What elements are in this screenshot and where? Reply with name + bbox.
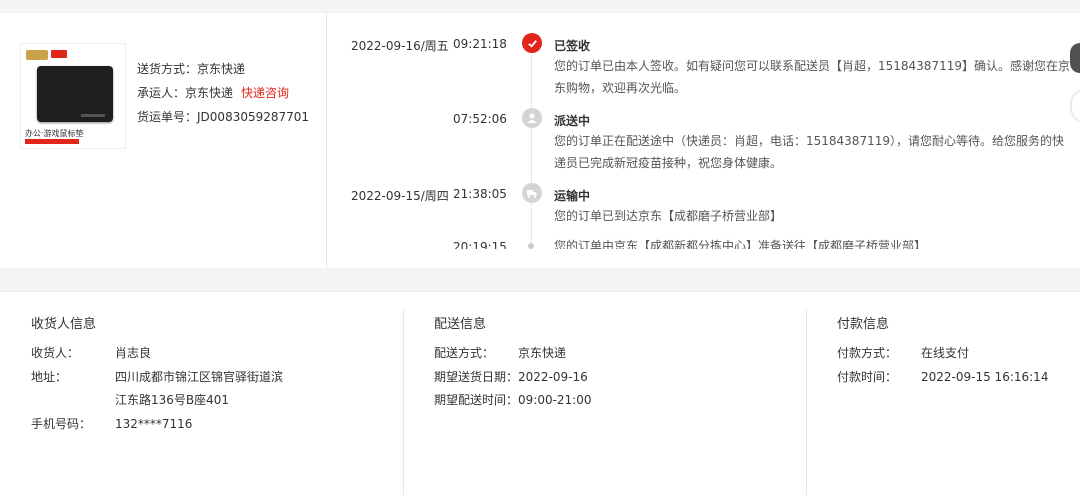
receiver-name-value: 肖志良 — [115, 346, 152, 360]
timeline-status-title: 派送中 — [554, 114, 591, 128]
floating-avatar[interactable] — [1070, 43, 1080, 73]
courier-icon — [522, 108, 542, 128]
receiver-phone-row: 手机号码： 132****7116 — [31, 415, 192, 432]
shipping-method-label: 送货方式： — [137, 62, 198, 76]
courier-inquiry-link[interactable]: 快递咨询 — [241, 86, 289, 100]
receiver-info: 收货人信息 收货人： 肖志良 地址： 四川成都市锦江区锦官驿街道滨 江东路136号B… — [0, 292, 403, 495]
payment-heading: 付款信息 — [837, 317, 890, 332]
payment-time-row: 付款时间： 2022-09-15 16:16:14 — [837, 368, 1048, 385]
delivery-method-row: 配送方式： 京东快递 — [434, 344, 566, 361]
check-icon — [522, 33, 542, 53]
delivery-time-value: 09:00-21:00 — [518, 393, 592, 407]
delivery-date-row: 期望送货日期：2022-09-16 — [434, 368, 588, 385]
shipping-method-value: 京东快递 — [197, 62, 246, 76]
delivery-heading: 配送信息 — [434, 317, 487, 332]
receiver-heading: 收货人信息 — [31, 317, 97, 332]
shipping-method-row: 送货方式：京东快递 — [137, 57, 309, 81]
timeline-status-title: 运输中 — [554, 189, 591, 203]
payment-method-label: 付款方式： — [837, 346, 898, 360]
shipping-info: 送货方式：京东快递 承运人：京东快递 快递咨询 货运单号：JD0083059287… — [137, 57, 309, 129]
product-image[interactable]: 办公·游戏鼠标垫 — [20, 43, 126, 149]
receiver-address-label: 地址： — [31, 370, 68, 384]
delivery-date-label: 期望送货日期： — [434, 370, 519, 384]
carrier-label: 承运人： — [137, 86, 186, 100]
timeline-time: 20:19:15 — [453, 240, 507, 249]
timeline-time: 07:52:06 — [453, 112, 507, 126]
delivery-method-label: 配送方式： — [434, 346, 495, 360]
receiver-address-line1: 四川成都市锦江区锦官驿街道滨 — [115, 370, 284, 384]
payment-method-row: 付款方式： 在线支付 — [837, 344, 969, 361]
mousepad-label — [81, 114, 105, 117]
delivery-time-label: 期望配送时间： — [434, 393, 519, 407]
timeline-time: 09:21:18 — [453, 37, 507, 51]
timeline-status-desc: 您的订单已到达京东【成都磨子桥营业部】 — [554, 209, 783, 223]
receiver-phone-label: 手机号码： — [31, 417, 92, 431]
timeline-status-title: 已签收 — [554, 39, 591, 53]
delivery-time-row: 期望配送时间：09:00-21:00 — [434, 391, 592, 408]
timeline-date: 2022-09-15/周四 — [351, 189, 449, 203]
payment-method-value: 在线支付 — [921, 346, 970, 360]
deli-logo — [51, 50, 67, 58]
timeline-status-desc: 您的订单已由本人签收。如有疑问您可以联系配送员【肖超，15184387119】确… — [554, 59, 1070, 95]
payment-info: 付款信息 付款方式： 在线支付 付款时间： 2022-09-15 16:16:14 — [807, 292, 1080, 495]
delivery-method-value: 京东快递 — [518, 346, 567, 360]
product-caption: 办公·游戏鼠标垫 — [25, 129, 84, 138]
timeline-status-desc: 您的订单正在配送途中（快递员：肖超，电话：15184387119），请您耐心等待… — [554, 134, 1064, 170]
tracking-number-value: JD0083059287701 — [197, 110, 310, 124]
carrier-value: 京东快递 — [185, 86, 234, 100]
timeline-date: 2022-09-16/周五 — [351, 39, 449, 53]
dot-icon — [528, 243, 534, 249]
receiver-address-row: 地址： 四川成都市锦江区锦官驿街道滨 — [31, 368, 283, 385]
carrier-row: 承运人：京东快递 快递咨询 — [137, 81, 309, 105]
tracking-number-label: 货运单号： — [137, 110, 198, 124]
tracking-number-row: 货运单号：JD0083059287701 — [137, 105, 309, 129]
receiver-name-label: 收货人： — [31, 346, 80, 360]
payment-time-label: 付款时间： — [837, 370, 898, 384]
receiver-name-row: 收货人： 肖志良 — [31, 344, 151, 361]
timeline-line — [531, 53, 532, 249]
timeline-time: 21:38:05 — [453, 187, 507, 201]
top-strip — [0, 0, 1080, 12]
tracking-panel: 办公·游戏鼠标垫 送货方式：京东快递 承运人：京东快递 快递咨询 货运单号：JD0… — [0, 12, 1080, 269]
order-info-panel: 收货人信息 收货人： 肖志良 地址： 四川成都市锦江区锦官驿街道滨 江东路136号B… — [0, 291, 1080, 495]
truck-icon — [522, 183, 542, 203]
timeline-status-desc: 您的订单由京东【成都新都分拣中心】准备送往【成都磨子桥营业部】 — [554, 239, 927, 249]
product-promo-bar — [25, 139, 79, 144]
delivery-info: 配送信息 配送方式： 京东快递 期望送货日期：2022-09-16 期望配送时间：… — [404, 292, 806, 495]
delivery-date-value: 2022-09-16 — [518, 370, 588, 384]
payment-time-value: 2022-09-15 16:16:14 — [921, 370, 1049, 384]
tracking-timeline[interactable]: 2022-09-16/周五 09:21:18 已签收 您的订单已由本人签收。如有… — [326, 13, 1080, 249]
brand-logo — [26, 50, 48, 60]
receiver-phone-value: 132****7116 — [115, 417, 193, 431]
receiver-address-line2: 江东路136号B座401 — [115, 393, 230, 407]
